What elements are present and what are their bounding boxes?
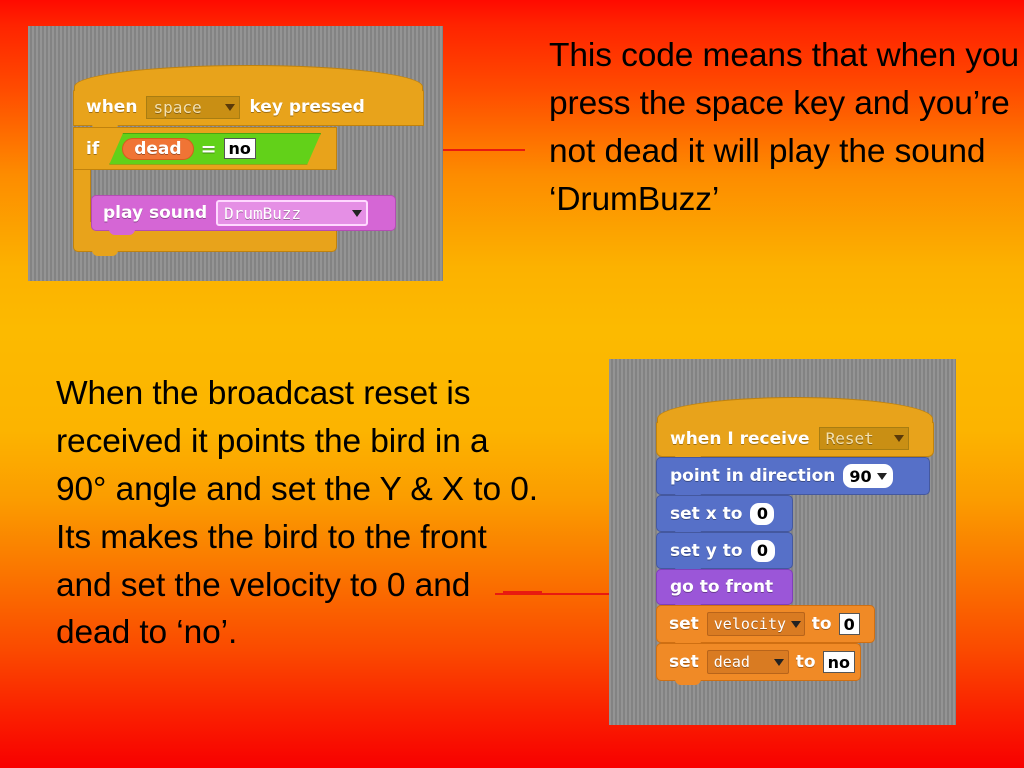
if-label: if xyxy=(86,138,100,159)
direction-value: 90 xyxy=(849,466,872,486)
set-y-input[interactable]: 0 xyxy=(750,539,775,562)
equals-value-input[interactable]: no xyxy=(224,138,256,159)
block-go-to-front[interactable]: go to front xyxy=(656,569,793,609)
explanation-text-bottom-left: When the broadcast reset is received it … xyxy=(56,375,538,652)
sound-dropdown-value: DrumBuzz xyxy=(224,203,302,223)
block-equals-operator[interactable]: dead = no xyxy=(109,133,321,165)
chevron-down-icon xyxy=(893,435,904,442)
set-y-label: set y to xyxy=(670,540,743,561)
block-set-dead[interactable]: set dead to no xyxy=(656,643,861,685)
set-velocity-prefix: set xyxy=(669,614,699,634)
block-when-i-receive[interactable]: when I receive Reset xyxy=(656,397,934,461)
set-velocity-to-label: to xyxy=(811,614,832,634)
velocity-value: 0 xyxy=(843,614,855,634)
play-sound-label: play sound xyxy=(103,203,208,223)
explanation-text-top-right: This code means that when you press the … xyxy=(549,37,1020,218)
chevron-down-icon xyxy=(773,658,784,666)
chevron-down-icon xyxy=(352,209,363,217)
set-x-value: 0 xyxy=(756,504,768,523)
dead-variable-dropdown[interactable]: dead xyxy=(706,650,789,674)
block-if[interactable]: if dead = no xyxy=(73,127,337,170)
block-when-key-pressed[interactable]: when space key pressed xyxy=(73,65,424,130)
block-set-x[interactable]: set x to 0 xyxy=(656,495,793,536)
block-point-in-direction[interactable]: point in direction 90 xyxy=(656,457,930,499)
set-x-input[interactable]: 0 xyxy=(750,502,775,525)
variable-dead-label: dead xyxy=(134,138,182,159)
chevron-down-icon xyxy=(791,620,802,628)
broadcast-dropdown-value: Reset xyxy=(825,429,874,448)
point-in-direction-label: point in direction xyxy=(670,466,836,486)
direction-input[interactable]: 90 xyxy=(843,464,893,488)
velocity-value-input[interactable]: 0 xyxy=(838,613,860,635)
dead-variable-name: dead xyxy=(713,653,750,671)
block-notch xyxy=(109,229,135,235)
dead-value: no xyxy=(827,652,850,672)
when-label: when xyxy=(86,97,138,117)
chevron-down-icon xyxy=(876,472,887,480)
block-play-sound[interactable]: play sound DrumBuzz xyxy=(91,195,396,235)
velocity-variable-dropdown[interactable]: velocity xyxy=(706,612,805,636)
block-notch xyxy=(92,250,118,256)
hat-block-curve xyxy=(74,65,423,91)
key-dropdown[interactable]: space xyxy=(146,95,241,119)
broadcast-dropdown[interactable]: Reset xyxy=(818,427,909,450)
variable-dead-reporter[interactable]: dead xyxy=(122,138,193,160)
key-dropdown-value: space xyxy=(153,97,202,117)
chevron-down-icon xyxy=(225,103,236,111)
if-block-left-wall xyxy=(73,170,91,222)
equals-sign: = xyxy=(200,137,217,160)
code-panel-key-pressed: when space key pressed if dead = no play… xyxy=(28,26,443,281)
set-dead-to-label: to xyxy=(795,652,816,672)
set-y-value: 0 xyxy=(756,541,769,560)
sound-dropdown[interactable]: DrumBuzz xyxy=(216,200,369,226)
set-x-label: set x to xyxy=(670,503,743,524)
equals-value: no xyxy=(228,139,251,158)
hat-block-curve xyxy=(657,397,933,423)
set-dead-prefix: set xyxy=(669,652,699,672)
when-i-receive-label: when I receive xyxy=(670,428,810,449)
block-set-velocity[interactable]: set velocity to 0 xyxy=(656,605,875,647)
dead-value-input[interactable]: no xyxy=(822,651,855,673)
block-set-y[interactable]: set y to 0 xyxy=(656,532,793,573)
key-pressed-label: key pressed xyxy=(249,97,365,117)
code-panel-broadcast-reset: when I receive Reset point in direction … xyxy=(609,359,956,725)
velocity-variable-name: velocity xyxy=(713,615,787,633)
go-to-front-label: go to front xyxy=(670,577,774,597)
block-notch xyxy=(675,679,701,685)
